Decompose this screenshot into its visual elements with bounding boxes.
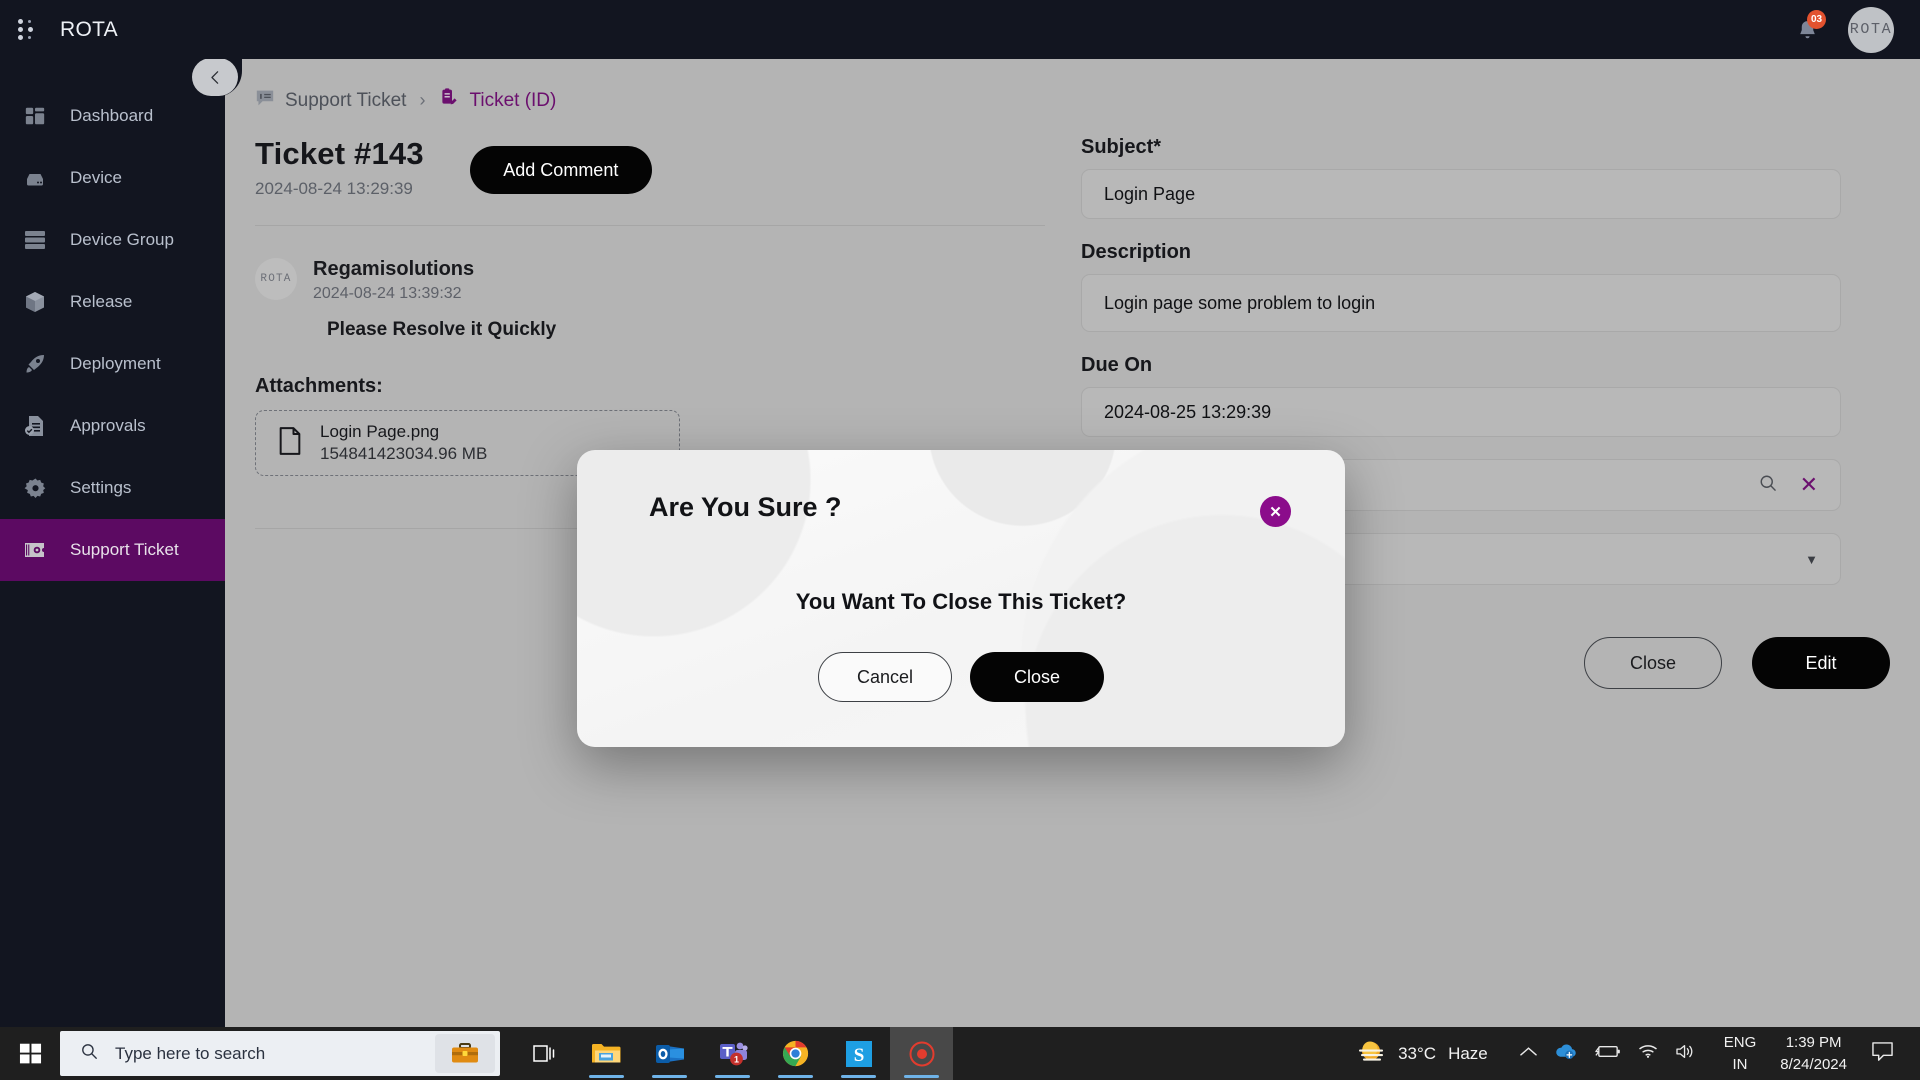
svg-text:1: 1 (733, 1055, 738, 1065)
weather-condition: Haze (1448, 1043, 1488, 1063)
clock-date: 8/24/2024 (1780, 1055, 1847, 1073)
clock-time: 1:39 PM (1785, 1033, 1842, 1051)
outlook-icon[interactable] (638, 1027, 701, 1080)
wifi-icon[interactable] (1638, 1043, 1658, 1064)
windows-taskbar: Type here to search 1 S 33°C Haze ENG IN… (0, 1027, 1920, 1080)
dialog-title: Are You Sure ? (649, 492, 842, 522)
battery-charging-icon[interactable] (1594, 1044, 1621, 1064)
language-line1: ENG (1723, 1033, 1757, 1051)
dialog-cancel-button[interactable]: Cancel (818, 652, 952, 702)
dialog-confirm-close-button[interactable]: Close (970, 652, 1104, 702)
onedrive-icon[interactable] (1554, 1042, 1577, 1065)
show-hidden-icons-icon[interactable] (1519, 1045, 1537, 1063)
language-indicator[interactable]: ENG IN (1710, 1032, 1771, 1076)
teams-icon[interactable]: 1 (701, 1027, 764, 1080)
snagit-icon[interactable]: S (827, 1027, 890, 1080)
dialog-close-icon[interactable]: ✕ (1260, 496, 1291, 527)
notification-center-icon[interactable] (1857, 1041, 1910, 1067)
system-tray: 33°C Haze ENG IN 1:39 PM 8/24/2024 (1338, 1032, 1910, 1076)
haze-sun-icon (1356, 1038, 1386, 1070)
modal-overlay: Are You Sure ? ✕ You Want To Close This … (0, 0, 1920, 1027)
chrome-icon[interactable] (764, 1027, 827, 1080)
weather-temperature: 33°C (1398, 1043, 1437, 1063)
svg-text:S: S (853, 1045, 864, 1066)
taskbar-search-input[interactable]: Type here to search (60, 1031, 500, 1076)
dialog-message: You Want To Close This Ticket? (795, 589, 1127, 614)
taskbar-search-placeholder: Type here to search (115, 1043, 266, 1063)
volume-icon[interactable] (1675, 1043, 1696, 1065)
taskbar-app-icons: 1 S (512, 1027, 953, 1080)
weather-widget[interactable]: 33°C Haze (1338, 1038, 1506, 1070)
windows-start-icon[interactable] (0, 1027, 60, 1080)
confirm-dialog: Are You Sure ? ✕ You Want To Close This … (577, 450, 1345, 747)
language-line2: IN (1732, 1055, 1748, 1073)
screen-recorder-icon[interactable] (890, 1027, 953, 1080)
file-explorer-icon[interactable] (575, 1027, 638, 1080)
search-icon (80, 1042, 99, 1066)
application-window: ROTA 03 ROTA Dashboard Device Device Gro… (0, 0, 1920, 1080)
briefcase-icon[interactable] (435, 1034, 495, 1073)
task-view-icon[interactable] (512, 1027, 575, 1080)
taskbar-clock[interactable]: 1:39 PM 8/24/2024 (1770, 1032, 1857, 1076)
